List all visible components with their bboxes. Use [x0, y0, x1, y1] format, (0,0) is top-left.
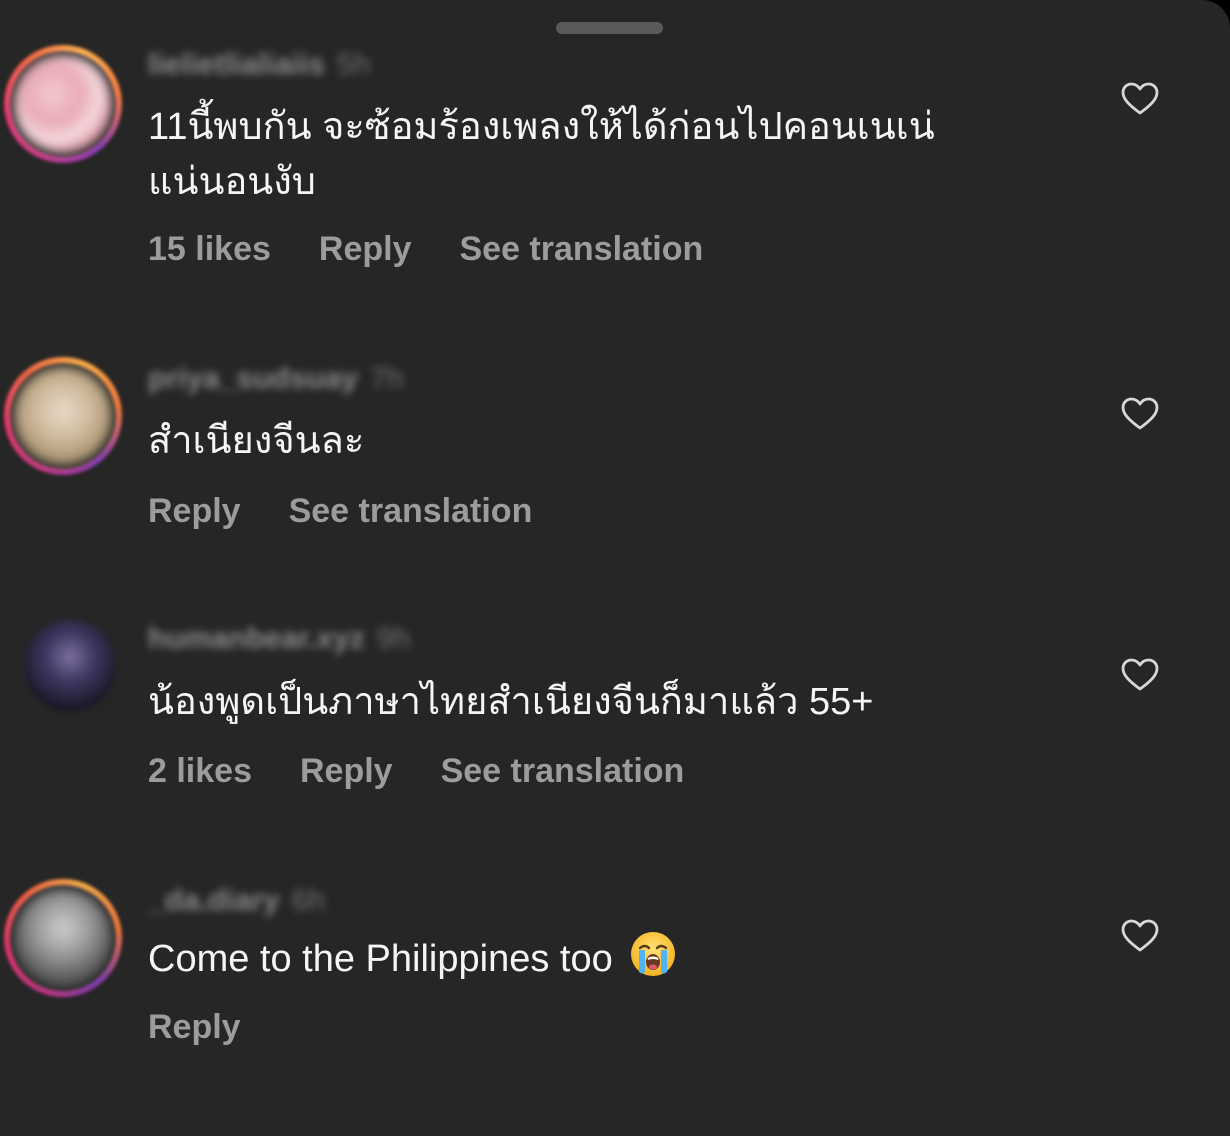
- comment-time: 6h: [291, 884, 326, 917]
- comment-actions: Reply See translation: [148, 492, 580, 531]
- avatar[interactable]: [4, 879, 122, 997]
- comments-sheet: lielietlialiaiis 5h 11นี้พบกัน จะซ้อมร้อง…: [0, 0, 1230, 1136]
- heart-icon[interactable]: [1121, 82, 1159, 116]
- see-translation-button[interactable]: See translation: [441, 752, 685, 790]
- loudly-crying-face-emoji: [631, 932, 676, 976]
- comment-username[interactable]: lielietlialiaiis 5h: [148, 48, 370, 82]
- avatar[interactable]: [4, 357, 122, 475]
- comment-text: สำเนียงจีนละ: [148, 420, 365, 462]
- comment-actions: Reply: [148, 1008, 289, 1047]
- comment-time: 9h: [376, 622, 411, 655]
- heart-icon[interactable]: [1121, 397, 1159, 431]
- comment-text: Come to the Philippines too: [148, 930, 1048, 987]
- likes-count[interactable]: 15 likes: [148, 230, 271, 268]
- comment-text: 11นี้พบกัน จะซ้อมร้องเพลงให้ได้ก่อนไปคอน…: [148, 106, 935, 203]
- comment-time: 7h: [370, 362, 404, 395]
- avatar[interactable]: [24, 620, 116, 712]
- comment-username[interactable]: _da.diary 6h: [148, 884, 325, 918]
- comment-username[interactable]: priya_sudsuay 7h: [148, 362, 403, 396]
- see-translation-button[interactable]: See translation: [459, 230, 703, 268]
- comment-actions: 15 likes Reply See translation: [148, 230, 751, 269]
- reply-button[interactable]: Reply: [300, 752, 393, 790]
- reply-button[interactable]: Reply: [319, 230, 412, 268]
- heart-icon[interactable]: [1121, 658, 1159, 692]
- drag-handle[interactable]: [556, 22, 663, 34]
- reply-button[interactable]: Reply: [148, 1008, 241, 1046]
- likes-count[interactable]: 2 likes: [148, 752, 252, 790]
- see-translation-button[interactable]: See translation: [289, 492, 533, 530]
- comment-text: น้องพูดเป็นภาษาไทยสำเนียงจีนก็มาแล้ว 55+: [148, 681, 874, 723]
- comment-username[interactable]: humanbear.xyz 9h: [148, 622, 410, 656]
- comment-actions: 2 likes Reply See translation: [148, 752, 732, 791]
- avatar[interactable]: [4, 45, 122, 163]
- reply-button[interactable]: Reply: [148, 492, 241, 530]
- heart-icon[interactable]: [1121, 919, 1159, 953]
- comment-time: 5h: [336, 48, 371, 81]
